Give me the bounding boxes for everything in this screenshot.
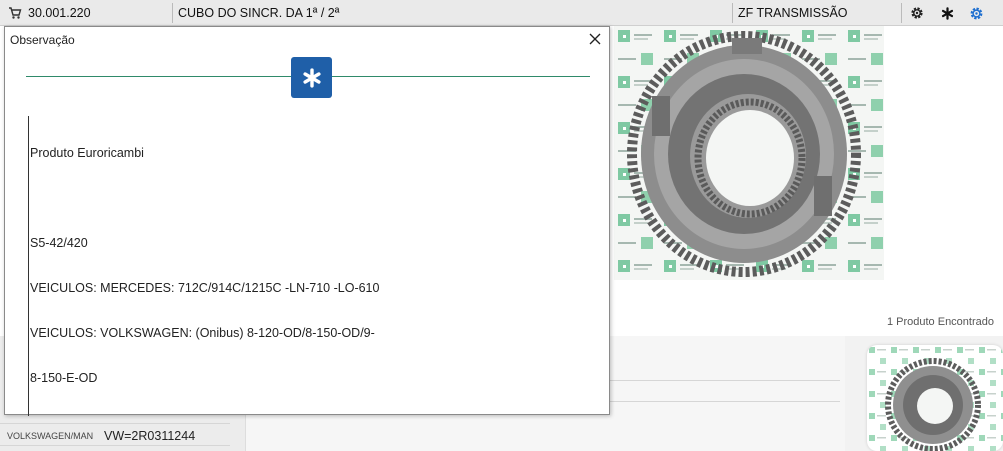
- observation-line: S5-42/420: [30, 236, 88, 250]
- cart-icon: [9, 7, 22, 19]
- settings-button[interactable]: [965, 3, 987, 23]
- dialog-title: Observação: [10, 33, 75, 47]
- product-header-bar: 30.001.220 CUBO DO SINCR. DA 1ª / 2ª ZF …: [0, 0, 1003, 26]
- observation-line: VEICULOS: MERCEDES: 712C/914C/1215C -LN-…: [30, 281, 380, 295]
- gear-icon: [911, 7, 923, 19]
- separator: [172, 3, 173, 23]
- divider: [610, 401, 840, 402]
- application-brand: VOLKSWAGEN/MAN: [7, 431, 94, 441]
- separator: [732, 3, 733, 23]
- product-code: 30.001.220: [28, 6, 91, 20]
- application-reference[interactable]: VW=2R0311244: [104, 429, 195, 443]
- settings-icon: [970, 7, 982, 19]
- close-icon[interactable]: [587, 31, 603, 47]
- observation-button[interactable]: [936, 3, 958, 23]
- observation-text[interactable]: Produto Euroricambi S5-42/420 VEICULOS: …: [28, 116, 388, 416]
- observation-badge: [291, 57, 332, 98]
- observation-line: VEICULOS: VOLKSWAGEN: (Onibus) 8-120-OD/…: [30, 326, 375, 340]
- product-image: [614, 26, 884, 280]
- observation-line: [30, 191, 388, 206]
- results-count: 1 Produto Encontrado: [886, 316, 994, 328]
- product-thumbnail[interactable]: [867, 345, 1003, 451]
- gear-hub-thumbnail: [867, 345, 1003, 451]
- gear-hub-image: [614, 26, 884, 280]
- gear-button[interactable]: [906, 3, 928, 23]
- product-code-cell[interactable]: 30.001.220: [0, 0, 91, 26]
- divider: [0, 423, 230, 424]
- observation-line: 8-150-E-OD: [30, 371, 98, 385]
- divider: [0, 445, 230, 446]
- observation-line: Produto Euroricambi: [30, 146, 144, 160]
- divider: [610, 380, 840, 381]
- product-description: CUBO DO SINCR. DA 1ª / 2ª: [178, 6, 340, 20]
- product-brand: ZF TRANSMISSÃO: [738, 6, 848, 20]
- separator: [901, 3, 902, 23]
- observation-dialog: Observação Produto Euroricambi S5-42/420…: [4, 26, 610, 416]
- asterisk-icon: [941, 6, 953, 20]
- asterisk-icon: [302, 67, 321, 88]
